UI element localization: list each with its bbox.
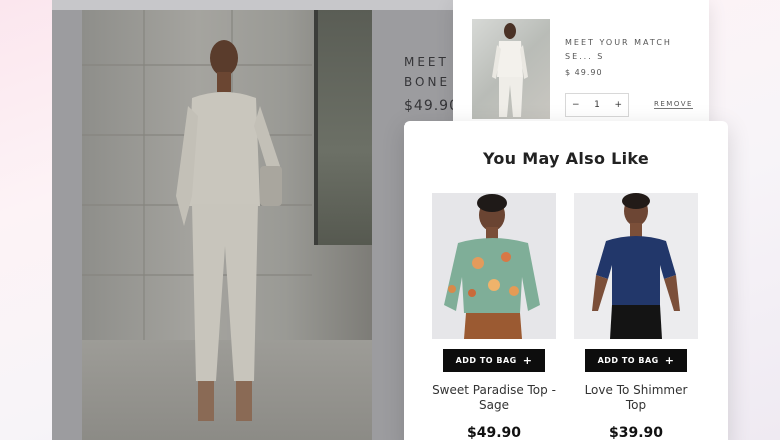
- page-header-bar: [52, 0, 470, 10]
- cart-model-image: [492, 23, 528, 117]
- recommendations-panel: You May Also Like ADD TO BAG + Sweet Par…: [404, 121, 728, 440]
- cart-item-card: MEET YOUR MATCH SE... S $ 49.90 − 1 + RE…: [453, 0, 709, 126]
- recommended-product-image[interactable]: [574, 193, 698, 339]
- recommended-product-price: $49.90: [466, 425, 522, 440]
- remove-item-link[interactable]: REMOVE: [654, 100, 693, 109]
- recommended-product-name[interactable]: Sweet Paradise Top - Sage: [432, 383, 556, 413]
- quantity-value[interactable]: 1: [594, 100, 600, 110]
- decrease-quantity-button[interactable]: −: [572, 100, 580, 110]
- model-figure: [176, 40, 282, 421]
- add-to-bag-button[interactable]: ADD TO BAG +: [443, 349, 545, 372]
- quantity-stepper: − 1 +: [565, 93, 629, 117]
- navy-top-model-image: [574, 193, 698, 339]
- add-to-bag-label: ADD TO BAG: [455, 356, 517, 365]
- plus-icon: +: [664, 354, 675, 367]
- plus-icon: +: [522, 354, 533, 367]
- recommended-product: ADD TO BAG + Love To Shimmer Top $39.90: [574, 193, 698, 440]
- recommended-product-price: $39.90: [608, 425, 664, 440]
- cart-item-price: $ 49.90: [565, 68, 603, 77]
- background-window: [314, 10, 372, 245]
- cart-item-thumbnail[interactable]: [472, 19, 550, 119]
- add-to-bag-button[interactable]: ADD TO BAG +: [585, 349, 687, 372]
- product-photo: [82, 10, 372, 440]
- cart-item-name[interactable]: MEET YOUR MATCH SE... S: [565, 36, 699, 64]
- add-to-bag-label: ADD TO BAG: [597, 356, 659, 365]
- floral-top-model-image: [432, 193, 556, 339]
- recommended-product-image[interactable]: [432, 193, 556, 339]
- recommendations-title: You May Also Like: [482, 149, 650, 168]
- increase-quantity-button[interactable]: +: [614, 100, 622, 110]
- recommended-product: ADD TO BAG + Sweet Paradise Top - Sage $…: [432, 193, 556, 440]
- recommended-product-name[interactable]: Love To Shimmer Top: [574, 383, 698, 413]
